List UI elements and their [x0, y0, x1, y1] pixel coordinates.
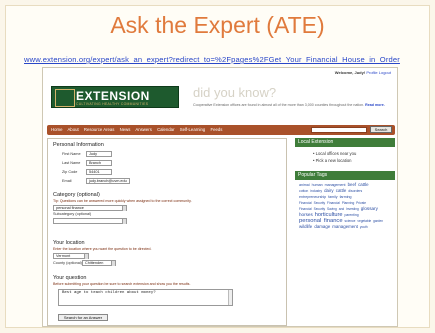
local-offices-label: Local offices near you: [315, 151, 357, 156]
location-tip: Enter the location where you want the qu…: [53, 247, 152, 251]
first-name-label: First Name: [62, 152, 81, 156]
chevron-down-icon: [122, 206, 126, 211]
tag-link[interactable]: cattle: [358, 182, 369, 187]
chevron-down-icon: [122, 219, 126, 224]
email-field[interactable]: judy.branch@uvm.edu: [86, 178, 130, 184]
question-text: Best age to teach children about money?: [62, 291, 156, 295]
question-heading: Your question: [53, 275, 87, 281]
question-textarea[interactable]: Best age to teach children about money?: [58, 289, 233, 306]
nav-home[interactable]: Home: [51, 127, 62, 132]
did-you-know-heading: did you know?: [193, 85, 277, 100]
slide-title: Ask the Expert (ATE): [110, 12, 325, 38]
state-select-value: Vermont: [56, 254, 71, 258]
tag-link[interactable]: youth: [360, 225, 368, 229]
nav-answers[interactable]: Answers: [135, 127, 151, 132]
location-heading: Your location: [53, 240, 85, 246]
pick-location-link[interactable]: • Pick a new location: [313, 158, 352, 164]
category-tip: Tip: Questions can be answered more quic…: [53, 199, 192, 203]
logo-tagline: CULTIVATING HEALTHY COMMUNITIES: [76, 102, 149, 106]
tag-link[interactable]: management: [332, 224, 358, 229]
main-nav-bar: Home About Resource Areas News Answers C…: [47, 125, 395, 135]
ask-question-form: Personal Information First Name Judy Las…: [47, 138, 287, 326]
logo-main-text: EXTENSION: [76, 89, 150, 103]
nav-about[interactable]: About: [67, 127, 78, 132]
personal-info-heading: Personal Information: [53, 142, 104, 148]
nav-calendar[interactable]: Calendar: [157, 127, 174, 132]
email-label: Email: [62, 179, 72, 183]
tag-link[interactable]: entrepreneurship: [299, 195, 326, 199]
local-extension-heading: Local Extension: [295, 138, 395, 147]
tag-link[interactable]: Financial Security Saving: [299, 207, 337, 211]
tag-link[interactable]: and Investing: [339, 207, 359, 211]
account-links[interactable]: Profile Logout: [366, 70, 391, 75]
welcome-text: Welcome, Judy!: [334, 70, 366, 75]
first-name-field[interactable]: Judy: [86, 151, 112, 157]
category-heading: Category (optional): [53, 192, 100, 198]
tag-link[interactable]: vegetable garden: [357, 219, 383, 223]
county-select[interactable]: Chittenden: [82, 260, 116, 266]
tag-link[interactable]: cotton industry: [299, 189, 322, 193]
did-you-know-body: Cooperative Extension offices are found …: [193, 103, 365, 107]
pick-location-label: Pick a new location: [315, 158, 352, 163]
uvm-extension-logo[interactable]: EXTENSION CULTIVATING HEALTHY COMMUNITIE…: [51, 86, 179, 108]
county-label: County (optional): [53, 261, 82, 265]
zip-code-label: Zip Code: [62, 170, 78, 174]
tag-link[interactable]: Financial Security Financial: [299, 201, 340, 205]
site-search-input[interactable]: [311, 126, 367, 133]
zip-code-field[interactable]: 54401: [86, 169, 112, 175]
nav-feeds[interactable]: Feeds: [210, 127, 222, 132]
chevron-down-icon: [111, 261, 115, 266]
nav-links: Home About Resource Areas News Answers C…: [51, 127, 226, 132]
expert-url-link[interactable]: www.extension.org/expert/ask_an_expert?r…: [24, 55, 400, 64]
category-select-value: personal finance: [56, 206, 84, 210]
website-screenshot: Welcome, Judy! Profile Logout EXTENSION …: [42, 67, 398, 327]
state-select[interactable]: Vermont: [53, 253, 89, 259]
textarea-scrollbar[interactable]: [228, 290, 232, 305]
tag-link[interactable]: family: [328, 195, 337, 199]
tag-link[interactable]: wildlife damage: [299, 224, 330, 229]
site-search-button[interactable]: Search: [370, 126, 392, 133]
search-for-answer-button[interactable]: Search for an Answer: [58, 314, 108, 321]
popular-tags-heading: Popular Tags: [295, 171, 395, 180]
read-more-link[interactable]: Read more.: [365, 103, 385, 107]
sidebar: Local Extension • Local offices near you…: [295, 138, 395, 326]
site-banner: EXTENSION CULTIVATING HEALTHY COMMUNITIE…: [43, 77, 397, 121]
tag-link[interactable]: dairy cattle: [324, 188, 346, 193]
category-select[interactable]: personal finance: [53, 205, 127, 211]
local-offices-link[interactable]: • Local offices near you: [313, 151, 356, 157]
tag-link[interactable]: parenting: [344, 213, 358, 217]
chevron-down-icon: [84, 254, 88, 259]
subcategory-label: Subcategory (optional): [53, 212, 92, 216]
question-tip: Before submitting your question be sure …: [53, 282, 191, 286]
subcategory-select[interactable]: [53, 218, 127, 224]
tag-link[interactable]: horses: [299, 212, 313, 217]
tag-link[interactable]: animal human management: [299, 183, 346, 187]
county-select-value: Chittenden: [85, 261, 104, 265]
logo-emblem: [55, 89, 75, 107]
tag-link[interactable]: science: [345, 219, 356, 223]
tag-link[interactable]: disorders: [348, 189, 362, 193]
tag-link[interactable]: beef: [348, 182, 357, 187]
did-you-know-text: Cooperative Extension offices are found …: [193, 103, 393, 108]
nav-resource-areas[interactable]: Resource Areas: [84, 127, 115, 132]
last-name-label: Last Name: [62, 161, 81, 165]
tag-link[interactable]: Planning Private: [342, 201, 366, 205]
tag-link[interactable]: glossary: [361, 206, 378, 211]
nav-self-learning[interactable]: Self-Learning: [180, 127, 206, 132]
slide-background: Ask the Expert (ATE) www.extension.org/e…: [0, 0, 435, 333]
welcome-bar: Welcome, Judy! Profile Logout: [335, 70, 391, 75]
tag-link[interactable]: farming: [340, 195, 352, 199]
nav-news[interactable]: News: [120, 127, 131, 132]
last-name-field[interactable]: Branch: [86, 160, 112, 166]
tag-cloud: animal human management beef cattle cott…: [299, 182, 391, 230]
